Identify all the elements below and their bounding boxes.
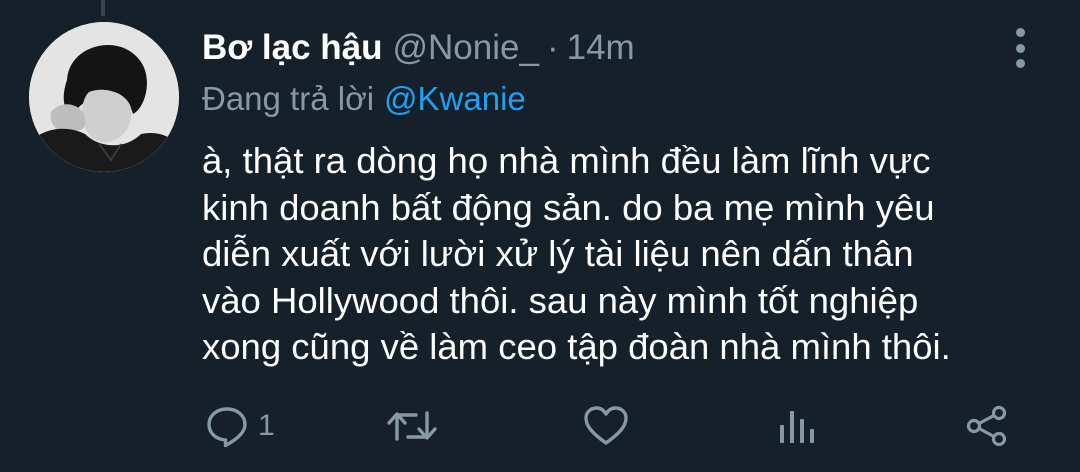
retweet-icon: [387, 411, 437, 441]
tweet-text-line: xong cũng về làm ceo tập đoàn nhà mình t…: [202, 326, 951, 367]
like-button[interactable]: [582, 400, 630, 452]
tweet-text-line: kinh doanh bất động sản. do ba mẹ mình y…: [202, 186, 935, 228]
tweet-text-line: à, thật ra dòng họ nhà mình đều làm lĩnh…: [202, 140, 931, 181]
tweet[interactable]: Bơ lạc hậu @Nonie_ · 14m Đang trả lời @K…: [0, 0, 1080, 472]
tweet-text-line: vào Hollywood thôi. sau này mình tốt ngh…: [202, 279, 919, 321]
more-dot: [1015, 28, 1025, 37]
separator-dot: ·: [546, 28, 559, 67]
more-dot: [1015, 59, 1025, 68]
reply-count: 1: [258, 409, 275, 442]
more-dot: [1015, 43, 1025, 53]
analytics-button[interactable]: [776, 400, 816, 452]
tweet-text-line: diễn xuất với lười xử lý tài liệu nên dấ…: [202, 233, 914, 274]
reply-button[interactable]: 1: [204, 400, 275, 452]
analytics-icon: [780, 411, 814, 443]
replying-to-handle-link[interactable]: @Kwanie: [384, 80, 526, 118]
more-options-icon[interactable]: [1008, 28, 1032, 68]
share-button[interactable]: [964, 400, 1010, 452]
user-handle[interactable]: @Nonie_: [393, 28, 539, 68]
thread-connector-line: [101, 0, 105, 16]
action-bar: 1: [0, 400, 1080, 452]
tweet-header: Bơ lạc hậu @Nonie_ · 14m: [202, 24, 635, 72]
avatar[interactable]: [29, 22, 179, 172]
tweet-text: à, thật ra dòng họ nhà mình đều làm lĩnh…: [202, 138, 1062, 371]
share-icon: [966, 405, 1007, 447]
replying-to-label: Đang trả lời: [202, 80, 375, 117]
timestamp[interactable]: 14m: [567, 28, 635, 68]
reply-icon: [207, 407, 247, 448]
avatar-image: [29, 22, 179, 172]
display-name[interactable]: Bơ lạc hậu: [202, 28, 383, 68]
replying-to: Đang trả lời @Kwanie: [202, 77, 526, 121]
like-icon: [584, 406, 628, 445]
retweet-button[interactable]: [384, 400, 440, 452]
